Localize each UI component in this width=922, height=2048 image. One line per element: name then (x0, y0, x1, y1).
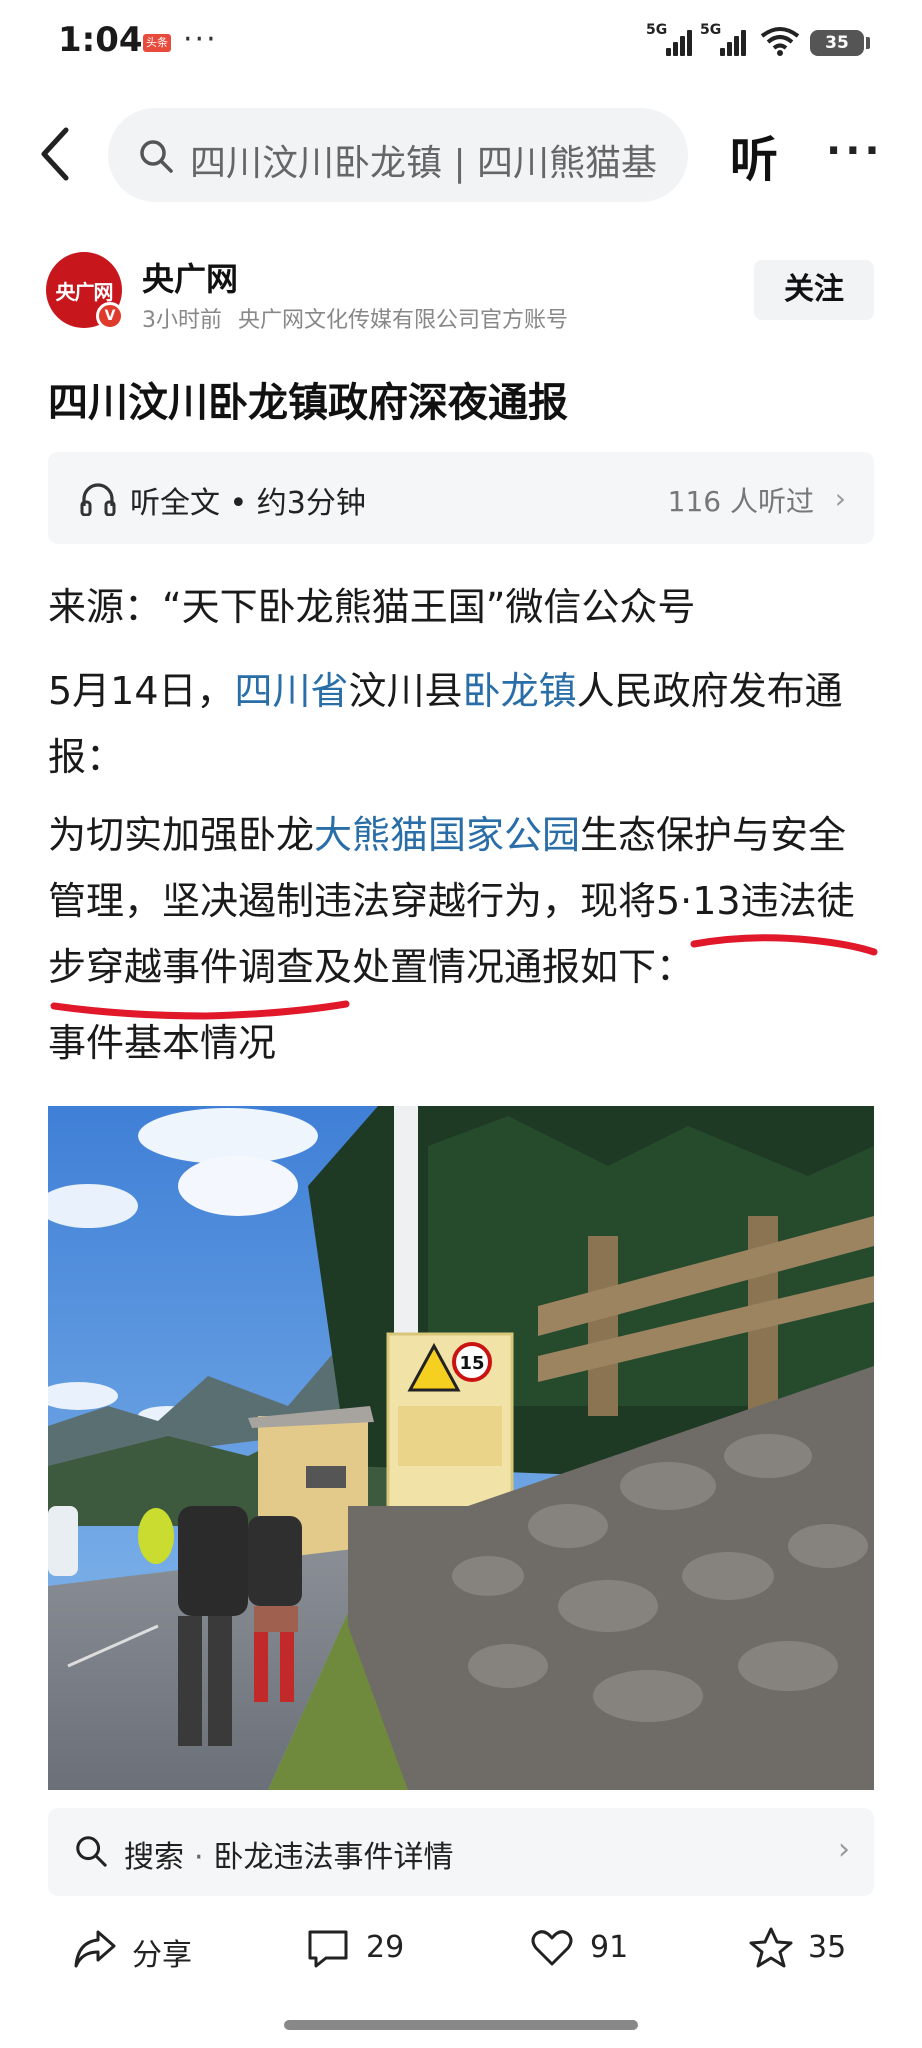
link-wolong-town[interactable]: 卧龙镇 (463, 669, 577, 713)
chevron-right-icon: › (838, 1832, 850, 1867)
listen-full-article-bar[interactable]: 听全文 • 约3分钟 116 人听过 › (48, 452, 874, 544)
heart-icon (531, 1930, 573, 1966)
favorite-button[interactable]: 35 (748, 1926, 846, 1976)
chevron-right-icon: › (834, 482, 846, 515)
search-query-text: 四川汶川卧龙镇 | 四川熊猫基 (190, 143, 658, 184)
battery-tip (866, 37, 870, 49)
listen-count: 116 人听过 (667, 485, 814, 518)
share-icon (74, 1930, 116, 1968)
article-title: 四川汶川卧龙镇政府深夜通报 (48, 380, 568, 426)
star-icon (749, 1927, 793, 1968)
battery-indicator: 35 (810, 30, 864, 56)
follow-button[interactable]: 关注 (754, 260, 874, 320)
avatar-logo-text: 央广网 (55, 280, 114, 304)
link-sichuan[interactable]: 四川省 (235, 669, 349, 713)
search-bar[interactable]: 四川汶川卧龙镇 | 四川熊猫基 (108, 108, 688, 202)
search-icon (76, 1836, 107, 1867)
paragraph-announcement: 5月14日，四川省汶川县卧龙镇人民政府发布通报： (48, 669, 843, 779)
verified-badge-icon: V (96, 302, 124, 330)
app-badge: 头条 (143, 34, 171, 52)
related-search-bar[interactable]: 搜索 · 卧龙违法事件详情 › (48, 1808, 874, 1896)
paragraph-main: 为切实加强卧龙大熊猫国家公园生态保护与安全管理，坚决遏制违法穿越行为，现将5·1… (48, 813, 855, 989)
more-options-button[interactable]: ··· (826, 128, 884, 174)
wifi-icon (760, 27, 800, 56)
comment-icon (308, 1930, 348, 1968)
author-name[interactable]: 央广网 (142, 254, 238, 300)
status-more-dots: ··· (183, 22, 218, 57)
back-arrow-icon[interactable] (36, 124, 76, 184)
search-icon (140, 140, 173, 173)
section-heading: 事件基本情况 (48, 1021, 277, 1065)
red-underline-annotation (690, 934, 878, 956)
speed-limit-number: 15 (459, 1353, 484, 1374)
author-description: 央广网文化传媒有限公司官方账号 (238, 308, 569, 333)
related-search-text: 搜索 · 卧龙违法事件详情 (124, 1840, 454, 1875)
status-bar: 1:04 头条 ··· 5G 5G 35 (0, 0, 922, 86)
link-giant-panda-park[interactable]: 大熊猫国家公园 (314, 813, 580, 857)
home-indicator[interactable] (284, 2020, 638, 2030)
hikers-photo-image: 15 (48, 1106, 874, 1790)
listen-button[interactable]: 听 (730, 120, 778, 190)
share-button[interactable]: 分享 (72, 1926, 192, 1976)
source-line: 来源：“天下卧龙熊猫王国”微信公众号 (48, 585, 696, 629)
headphones-icon (80, 483, 116, 516)
listen-full-label: 听全文 • 约3分钟 (130, 486, 366, 521)
comment-button[interactable]: 29 (306, 1926, 404, 1976)
article-photo[interactable]: 15 (48, 1106, 874, 1790)
post-time: 3小时前 (142, 308, 222, 333)
author-avatar[interactable]: 央广网 V (46, 252, 124, 330)
status-time: 1:04 (58, 20, 143, 60)
author-meta: 3小时前 央广网文化传媒有限公司官方账号 (142, 302, 568, 334)
like-button[interactable]: 91 (530, 1926, 628, 1976)
